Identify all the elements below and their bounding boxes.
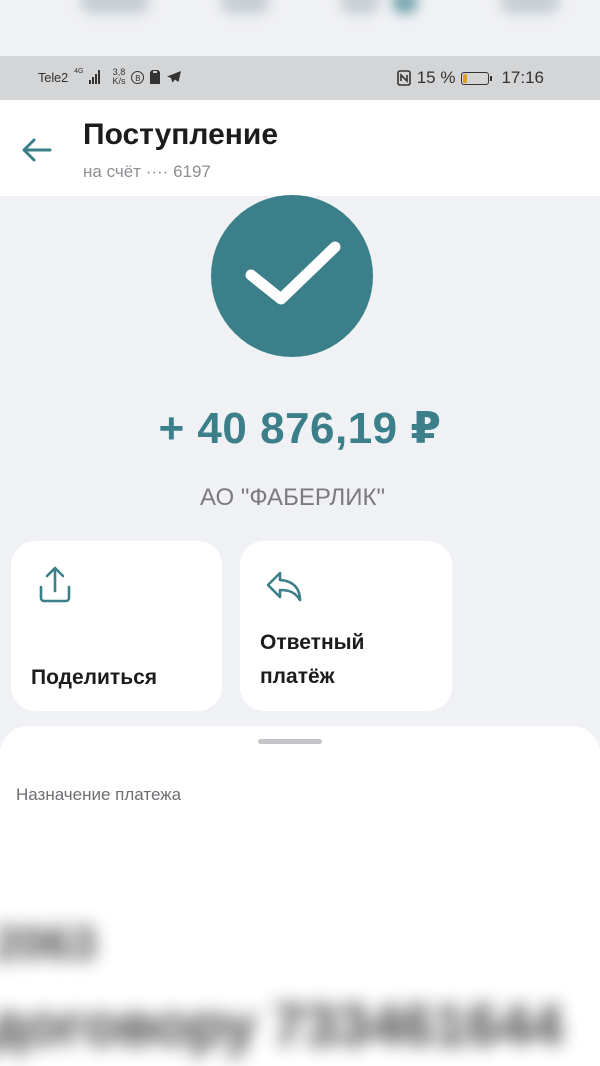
status-bar: Tele2 4G 3,8 K/s B 15 % 17:16 [0,56,600,100]
back-arrow-icon[interactable] [18,132,54,168]
battery-percent: 15 % [416,68,456,87]
share-button[interactable]: Поделиться [11,541,222,711]
sheet-drag-handle[interactable] [258,739,322,744]
sim-card-icon [150,70,161,84]
transaction-amount: + 40 876,19 ₽ [158,404,442,453]
reply-label-line1: Ответный [260,631,365,654]
blurred-shape [220,0,270,14]
payment-purpose-label: Назначение платежа [16,785,182,804]
reply-label: Ответный платёж [260,626,364,694]
checkmark-icon [245,241,341,305]
share-icon [39,566,71,603]
blurred-shape [80,0,150,14]
reply-icon [266,571,302,602]
account-subtitle: на счёт ···· 6197 [83,162,211,181]
page-title: Поступление [83,118,279,151]
vpn-icon: B [131,70,145,84]
telegram-icon [167,71,182,83]
carrier-name: Tele2 [38,69,69,85]
clock: 17:16 [501,68,544,87]
battery-icon [461,71,493,85]
blurred-shape [392,0,418,14]
signal-icon [89,70,101,84]
status-right: 15 % 17:16 [396,68,544,88]
blurred-shape [340,0,380,14]
reply-payment-button[interactable]: Ответный платёж [240,541,452,711]
network-type: 4G [74,68,84,75]
share-label: Поделиться [31,666,158,689]
payer-name: АО "ФАБЕРЛИК" [200,484,385,511]
nfc-icon [396,70,411,86]
details-sheet[interactable]: Назначение платежа 2063 договору 7334616… [0,726,600,1066]
payment-purpose-blurred-line2: договору 733461644 [0,993,563,1058]
status-left: Tele2 4G 3,8 K/s B [38,68,182,86]
blurred-shape [500,0,560,14]
network-speed: 3,8 K/s [112,68,125,86]
speed-unit: K/s [112,76,126,86]
reply-label-line2: платёж [260,665,335,688]
blurred-top-area [0,0,600,56]
payment-purpose-blurred-line1: 2063 [0,917,97,969]
success-check-icon [211,195,373,357]
